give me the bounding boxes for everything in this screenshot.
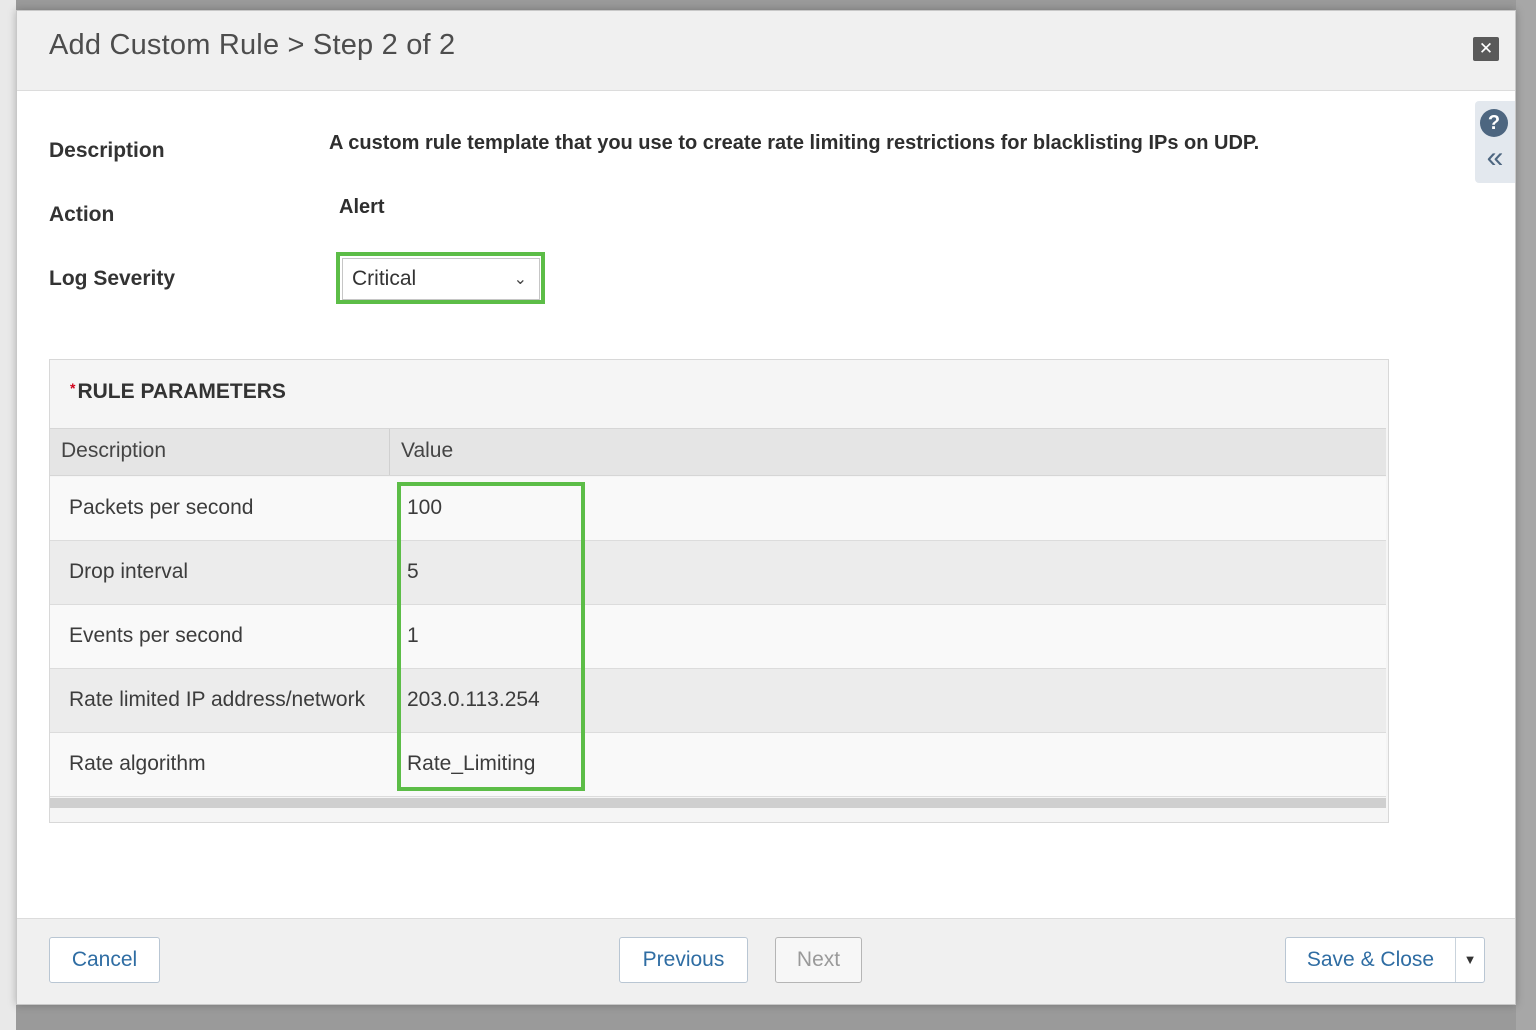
values-highlight xyxy=(397,482,585,791)
save-close-button[interactable]: Save & Close xyxy=(1286,938,1456,982)
help-side-tab: ? « xyxy=(1475,101,1515,183)
column-header-value[interactable]: Value xyxy=(390,429,453,475)
next-button[interactable]: Next xyxy=(775,937,862,983)
table-row[interactable]: Drop interval 5 xyxy=(50,541,1386,605)
save-close-split-button: Save & Close ▼ xyxy=(1285,937,1485,983)
horizontal-scrollbar[interactable] xyxy=(50,798,1386,808)
dialog-title: Add Custom Rule > Step 2 of 2 xyxy=(49,29,456,61)
rule-parameters-panel: *RULE PARAMETERS Description Value Packe… xyxy=(49,359,1389,823)
column-header-description[interactable]: Description xyxy=(50,429,390,475)
add-custom-rule-dialog: Add Custom Rule > Step 2 of 2 ✕ ? « Desc… xyxy=(16,10,1516,1005)
row-description: Rate limited IP address/network xyxy=(69,688,366,711)
background-strip xyxy=(0,0,16,1030)
previous-button[interactable]: Previous xyxy=(619,937,748,983)
action-label: Action xyxy=(49,203,115,226)
chevron-down-icon: ⌄ xyxy=(513,271,527,288)
cancel-button[interactable]: Cancel xyxy=(49,937,160,983)
collapse-icon[interactable]: « xyxy=(1481,143,1509,173)
action-value: Alert xyxy=(339,196,385,218)
required-marker: * xyxy=(70,380,76,396)
row-description: Rate algorithm xyxy=(69,752,206,775)
help-icon[interactable]: ? xyxy=(1480,109,1508,137)
rule-parameters-title-text: RULE PARAMETERS xyxy=(77,380,286,403)
caret-down-icon[interactable]: ▼ xyxy=(1456,938,1484,982)
row-description: Events per second xyxy=(69,624,243,647)
rule-parameters-title: *RULE PARAMETERS xyxy=(70,380,286,404)
description-value: A custom rule template that you use to c… xyxy=(329,132,1260,154)
row-description: Packets per second xyxy=(69,496,254,519)
log-severity-selected-value: Critical xyxy=(352,267,417,290)
table-row[interactable]: Rate limited IP address/network 203.0.11… xyxy=(50,669,1386,733)
log-severity-select[interactable]: Critical ⌄ xyxy=(342,258,540,300)
row-description: Drop interval xyxy=(69,560,189,583)
table-row[interactable]: Events per second 1 xyxy=(50,605,1386,669)
log-severity-label: Log Severity xyxy=(49,267,176,290)
background-right-edge xyxy=(1516,0,1536,1030)
description-label: Description xyxy=(49,139,165,162)
table-row[interactable]: Packets per second 100 xyxy=(50,477,1386,541)
table-header: Description Value xyxy=(50,428,1386,476)
table-row[interactable]: Rate algorithm Rate_Limiting xyxy=(50,733,1386,797)
dialog-footer: Cancel Previous Next Save & Close ▼ xyxy=(17,918,1515,1004)
close-icon[interactable]: ✕ xyxy=(1473,37,1499,61)
dialog-header: Add Custom Rule > Step 2 of 2 ✕ xyxy=(17,11,1515,91)
